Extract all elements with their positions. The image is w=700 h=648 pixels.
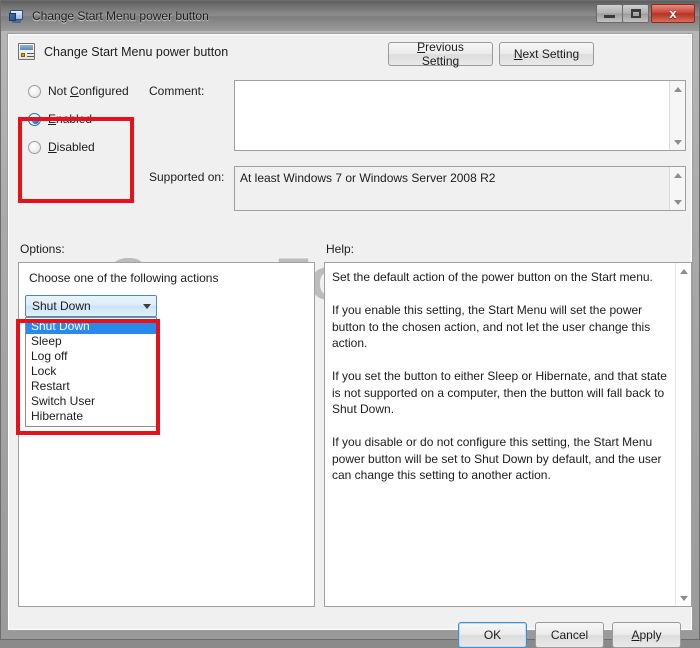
scroll-down-icon[interactable] — [676, 590, 691, 606]
apply-button[interactable]: Apply — [612, 622, 681, 648]
radio-disabled-label: Disabled — [48, 140, 95, 154]
minimize-button[interactable] — [596, 4, 623, 23]
ok-button[interactable]: OK — [458, 622, 527, 648]
comment-label: Comment: — [149, 84, 205, 98]
radio-disabled[interactable]: Disabled — [28, 140, 95, 154]
next-setting-button[interactable]: Next Setting — [499, 42, 594, 66]
supported-on-scrollbar[interactable] — [669, 167, 685, 210]
radio-enabled-label: Enabled — [48, 112, 93, 126]
dropdown-item[interactable]: Restart — [26, 379, 156, 394]
title-bar: Change Start Menu power button x — [1, 1, 699, 31]
dropdown-item[interactable]: Log off — [26, 349, 156, 364]
help-text: Set the default action of the power butt… — [332, 270, 667, 482]
window-icon — [9, 8, 25, 24]
help-panel: Set the default action of the power butt… — [324, 262, 692, 607]
scroll-up-icon[interactable] — [670, 81, 685, 97]
comment-textarea[interactable] — [234, 80, 686, 151]
scroll-up-icon[interactable] — [676, 263, 691, 279]
radio-not-configured-indicator — [28, 84, 41, 98]
maximize-icon — [630, 9, 641, 18]
radio-not-configured-label: Not Configured — [48, 84, 129, 98]
scroll-down-icon[interactable] — [670, 194, 685, 210]
maximize-button[interactable] — [622, 4, 649, 23]
action-combobox[interactable]: Shut Down — [25, 295, 157, 317]
dropdown-item[interactable]: Lock — [26, 364, 156, 379]
next-setting-label: Next Setting — [513, 47, 580, 61]
scroll-down-icon[interactable] — [670, 134, 685, 150]
supported-on-value: At least Windows 7 or Windows Server 200… — [240, 171, 496, 185]
options-panel: Choose one of the following actions Shut… — [18, 262, 315, 607]
previous-setting-button[interactable]: Previous Setting — [388, 40, 493, 68]
caption-button-group: x — [596, 4, 695, 23]
options-section-label: Options: — [20, 242, 65, 256]
radio-disabled-indicator — [28, 140, 41, 154]
dropdown-item[interactable]: Hibernate — [26, 409, 156, 424]
dropdown-item[interactable]: Sleep — [26, 334, 156, 349]
options-prompt-label: Choose one of the following actions — [29, 271, 219, 285]
dropdown-item[interactable]: Switch User — [26, 394, 156, 409]
close-icon: x — [669, 6, 677, 21]
help-scrollbar[interactable] — [675, 263, 691, 606]
setting-header: Change Start Menu power button Previous … — [8, 34, 692, 70]
cancel-button[interactable]: Cancel — [535, 622, 604, 648]
dialog-window: Change Start Menu power button x Change … — [0, 0, 700, 648]
scroll-up-icon[interactable] — [670, 167, 685, 183]
previous-setting-label: Previous Setting — [417, 40, 464, 68]
dropdown-item[interactable]: Shut Down — [26, 319, 156, 334]
state-and-comment-area: Not Configured Enabled Disabled Comment:… — [8, 74, 692, 246]
radio-enabled[interactable]: Enabled — [28, 112, 92, 126]
supported-on-textarea: At least Windows 7 or Windows Server 200… — [234, 166, 686, 211]
radio-enabled-indicator — [28, 112, 41, 126]
chevron-down-icon[interactable] — [138, 296, 156, 316]
setting-title: Change Start Menu power button — [44, 45, 229, 59]
minimize-icon — [604, 15, 615, 18]
action-dropdown-list[interactable]: Shut Down Sleep Log off Lock Restart Swi… — [25, 317, 157, 427]
close-button[interactable]: x — [651, 4, 695, 23]
dialog-client-area: Change Start Menu power button Previous … — [7, 33, 693, 648]
window-title: Change Start Menu power button — [32, 9, 209, 23]
help-section-label: Help: — [326, 242, 355, 256]
comment-scrollbar[interactable] — [669, 81, 685, 150]
action-combobox-value: Shut Down — [32, 299, 91, 313]
supported-on-label: Supported on: — [149, 170, 225, 184]
group-policy-setting-icon — [18, 43, 35, 60]
radio-not-configured[interactable]: Not Configured — [28, 84, 129, 98]
